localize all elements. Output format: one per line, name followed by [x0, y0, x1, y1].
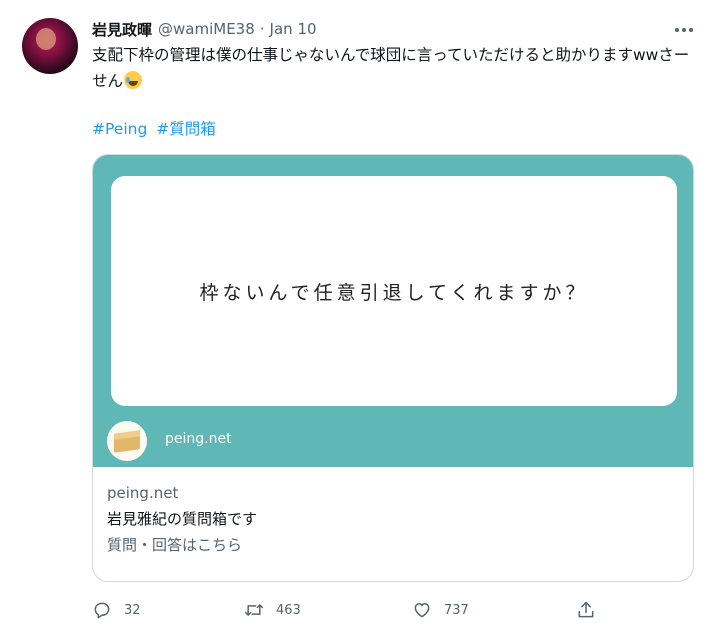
tweet-header: 岩見政暉 @wamiME38 · Jan 10 [92, 18, 317, 40]
tweet-date[interactable]: Jan 10 [270, 20, 317, 38]
link-card[interactable]: 枠ないんで任意引退してくれますか？ peing.net peing.net 岩見… [92, 154, 694, 582]
reply-button[interactable]: 32 [92, 596, 141, 624]
reply-icon [94, 602, 110, 619]
author-display-name[interactable]: 岩見政暉 [92, 19, 152, 40]
card-domain: peing.net [107, 484, 179, 502]
card-title: 岩見雅紀の質問箱です [107, 510, 258, 528]
card-description: 質問・回答はこちら [107, 536, 243, 554]
reply-count: 32 [124, 602, 141, 618]
share-button[interactable] [576, 596, 596, 624]
card-image[interactable]: 枠ないんで任意引退してくれますか？ peing.net [93, 155, 693, 467]
more-dot-icon [682, 28, 686, 32]
card-meta[interactable]: peing.net 岩見雅紀の質問箱です 質問・回答はこちら [107, 481, 677, 557]
like-count: 737 [444, 602, 469, 618]
more-options-button[interactable] [670, 20, 698, 40]
tweet-text: 支配下枠の管理は僕の仕事じゃないんで球団に言っていただけると助かりますwwさーせ… [92, 42, 692, 94]
face-with-tears-of-joy-icon [124, 71, 143, 89]
retweet-button[interactable]: 463 [244, 596, 301, 624]
like-button[interactable]: 737 [412, 596, 469, 624]
image-site-label: peing.net [165, 431, 232, 447]
tweet-actions: 32 463 737 [92, 596, 692, 624]
question-text: 枠ないんで任意引退してくれますか？ [199, 281, 589, 304]
header-separator: · [259, 20, 265, 38]
retweet-icon [244, 604, 264, 616]
peing-box-logo-icon [107, 421, 147, 461]
more-dot-icon [675, 28, 679, 32]
heart-icon [414, 603, 430, 618]
tweet-body: 支配下枠の管理は僕の仕事じゃないんで球団に言っていただけると助かりますwwさーせ… [92, 46, 690, 90]
question-panel: 枠ないんで任意引退してくれますか？ [111, 176, 677, 406]
hashtag-question-box[interactable]: #質問箱 [156, 120, 216, 138]
hashtag-list: #Peing #質問箱 [92, 116, 220, 142]
share-icon [578, 601, 594, 618]
hashtag-peing[interactable]: #Peing [92, 120, 147, 138]
author-avatar[interactable] [22, 18, 78, 74]
more-dot-icon [689, 28, 693, 32]
retweet-count: 463 [276, 602, 301, 618]
author-handle[interactable]: @wamiME38 [158, 20, 255, 38]
